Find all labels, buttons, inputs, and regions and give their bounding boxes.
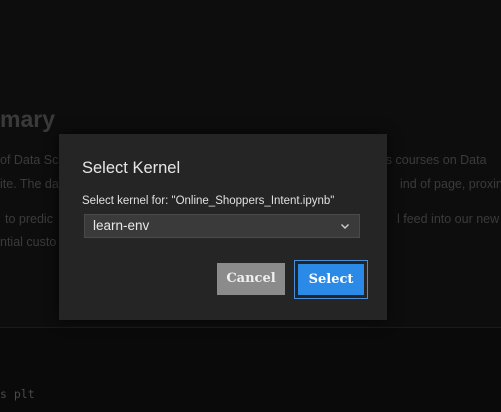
notebook-heading: mary (0, 106, 55, 132)
kernel-select-label: Select kernel for: "Online_Shoppers_Inte… (82, 195, 335, 207)
notebook-page: mary of Data Sc ls courses on Data ite. … (0, 0, 501, 412)
chevron-down-icon (341, 224, 349, 229)
select-kernel-dialog: Select Kernel Select kernel for: "Online… (59, 134, 387, 320)
notebook-text-line: l feed into our new (397, 212, 500, 226)
notebook-text-line: of Data Sc (0, 153, 59, 167)
dialog-title: Select Kernel (82, 159, 181, 177)
notebook-text-line: ite. The da (0, 177, 59, 191)
notebook-text-line: ntial custo (0, 235, 57, 249)
notebook-text-line: to predic (5, 212, 53, 226)
cancel-button[interactable]: Cancel (217, 263, 285, 295)
code-cell (0, 327, 501, 412)
code-line: s plt (0, 387, 35, 401)
kernel-select-value: learn-env (93, 218, 150, 233)
select-button[interactable]: Select (298, 264, 364, 295)
notebook-text-line: ind of page, proxin (400, 177, 501, 191)
notebook-text-line: ls courses on Data (383, 153, 487, 167)
kernel-select-dropdown[interactable]: learn-env (84, 214, 360, 238)
